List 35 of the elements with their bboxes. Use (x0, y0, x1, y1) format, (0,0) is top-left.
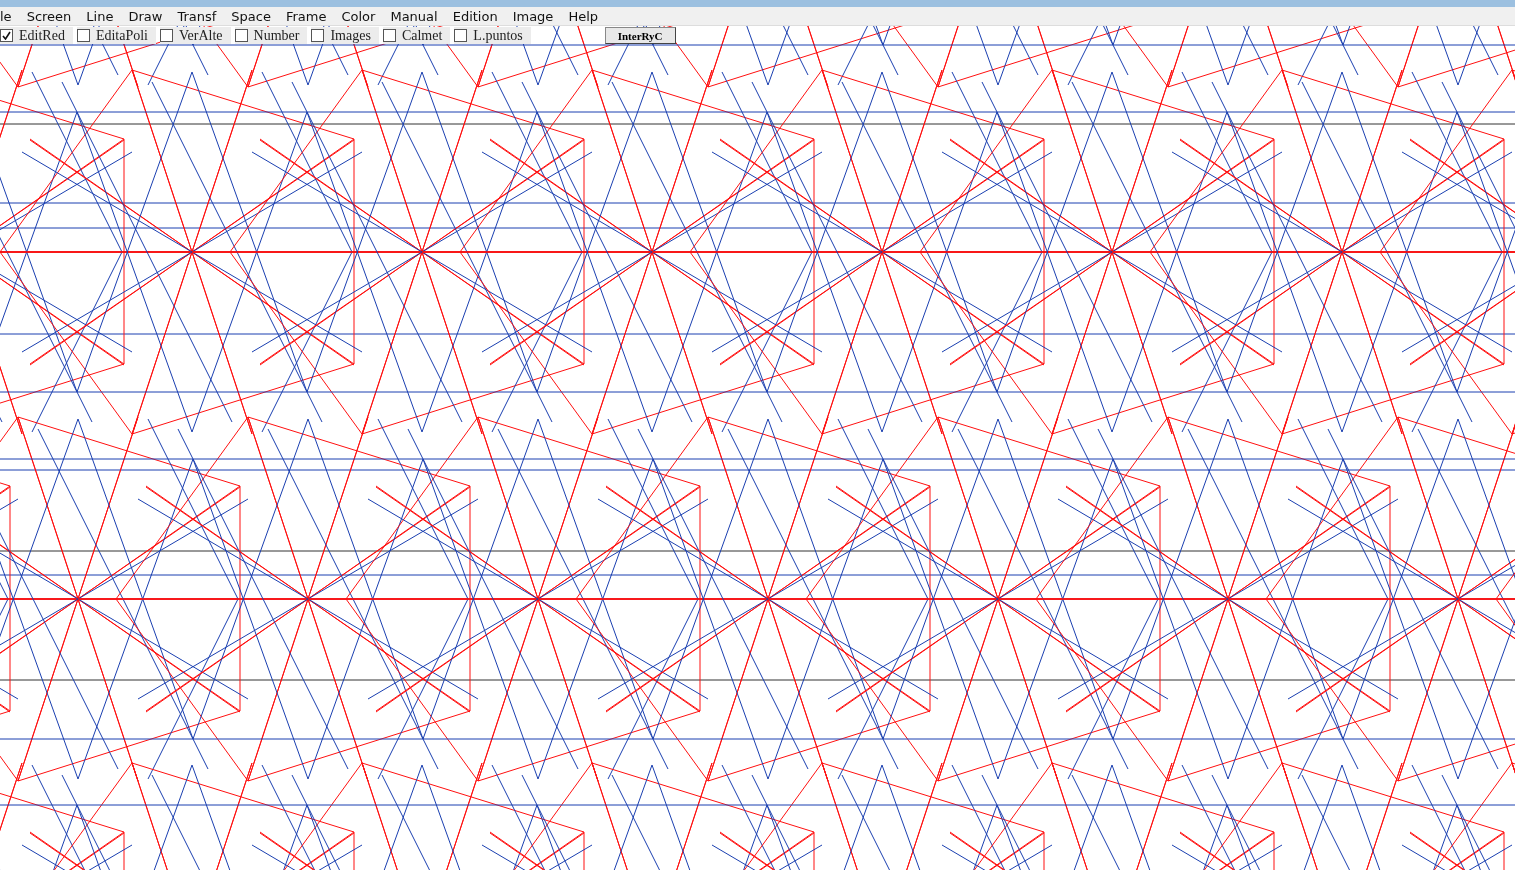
checkbox-label: Number (253, 27, 300, 44)
menu-item[interactable]: le (0, 8, 19, 24)
checkbox-option[interactable]: VerAlte (160, 27, 231, 44)
checkbox-option[interactable]: EditRed (0, 27, 73, 44)
checkbox-label: EditaPoli (95, 27, 148, 44)
checkbox-label: Images (330, 27, 371, 44)
menu-item[interactable]: Line (78, 8, 121, 24)
checkbox[interactable] (311, 29, 325, 42)
checkbox-option[interactable]: L.puntos (454, 27, 531, 44)
checkbox-label: VerAlte (179, 27, 223, 44)
checkbox[interactable] (454, 29, 468, 42)
menu-item[interactable]: Frame (277, 8, 334, 24)
checkbox[interactable] (160, 29, 173, 42)
checkbox[interactable] (382, 29, 396, 42)
checkbox-label: L.puntos (473, 27, 523, 44)
checkbox-label: EditRed (19, 27, 65, 44)
menu-item[interactable]: Space (223, 8, 278, 24)
checkbox[interactable] (234, 29, 248, 42)
menu-item[interactable]: Draw (120, 8, 170, 24)
check-icon (2, 31, 11, 40)
menu-item[interactable]: Transf (169, 8, 224, 24)
checkbox-option[interactable]: Calmet (382, 27, 451, 44)
checkbox-option[interactable]: Number (234, 27, 308, 44)
checkbox-option[interactable]: Images (311, 27, 379, 44)
menu-item[interactable]: Help (560, 8, 605, 24)
menu-item[interactable]: Manual (382, 8, 445, 24)
checkbox-label: Calmet (401, 27, 443, 44)
menu-item[interactable]: Screen (18, 8, 79, 24)
checkbox-option[interactable]: EditaPoli (76, 27, 156, 44)
menu-item[interactable]: Image (504, 8, 561, 24)
menu-item[interactable]: Edition (444, 8, 505, 24)
checkbox[interactable] (76, 29, 90, 42)
checkbox[interactable] (0, 29, 13, 42)
menu-item[interactable]: Color (333, 8, 383, 24)
interryc-button[interactable]: InterRyC (604, 27, 676, 44)
